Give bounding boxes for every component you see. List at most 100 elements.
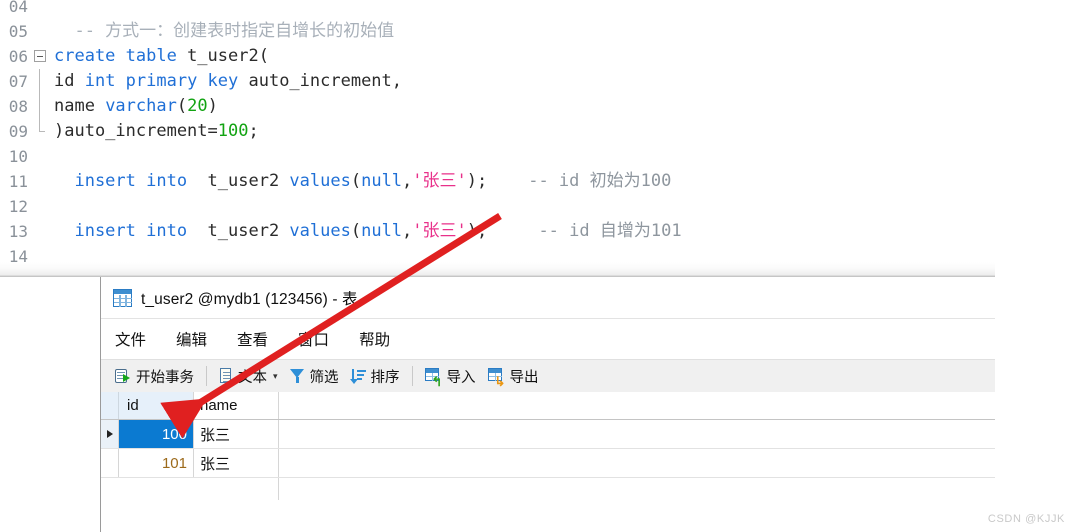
menu-help[interactable]: 帮助 [359,328,390,350]
menu-window[interactable]: 窗口 [298,328,329,350]
row-filler [279,449,995,477]
code-token: auto_increment, [248,71,403,91]
code-token: ); [466,171,488,191]
code-token: null [361,171,403,191]
fold-collapse-icon[interactable] [34,50,46,62]
code-line[interactable]: 08 name varchar(20) [0,94,995,119]
text-document-icon [219,368,233,384]
cell-name[interactable]: 张三 [194,449,279,477]
code-line[interactable]: 10 [0,144,995,169]
code-line[interactable]: 07 id int primary key auto_increment, [0,69,995,94]
code-text[interactable]: insert into t_user2 values(null,'张三'); -… [50,219,682,244]
code-token: create table [54,46,188,66]
sort-label: 排序 [370,369,400,386]
code-token: id [54,71,85,91]
line-number: 11 [0,169,32,194]
begin-transaction-button[interactable]: 开始事务 [109,363,200,389]
toolbar[interactable]: 开始事务 文本 ▾ 筛选 排序 ↰ 导入 ↳ 导出 [101,359,995,392]
fold-gutter[interactable] [32,119,50,144]
code-token: t_user2 [197,221,290,241]
filter-button[interactable]: 筛选 [284,363,345,389]
line-number: 04 [0,0,32,19]
code-token: -- id 自增为101 [487,221,682,241]
import-button[interactable]: ↰ 导入 [419,363,482,389]
code-editor-content[interactable]: 04 05 -- 方式一：创建表时指定自增长的初始值 06 create table … [0,0,995,269]
row-marker-cell[interactable] [101,449,119,477]
fold-guide-line [39,94,40,119]
menu-view[interactable]: 查看 [237,328,268,350]
line-number: 08 [0,94,32,119]
data-grid-body[interactable]: 100 张三 101 张三 [101,420,995,478]
chevron-down-icon[interactable]: ▾ [273,371,278,382]
grid-left-border [100,398,101,532]
code-line[interactable]: 09 )auto_increment=100; [0,119,995,144]
code-token: )auto_increment= [54,121,218,141]
current-row-indicator-icon [106,430,113,438]
line-number: 09 [0,119,32,144]
menu-edit[interactable]: 编辑 [176,328,207,350]
code-line[interactable]: 12 [0,194,995,219]
transaction-icon [115,368,131,384]
fold-gutter[interactable] [32,169,50,194]
column-header-id[interactable]: id [119,392,194,419]
code-token: , [402,221,413,241]
editor-bottom-shade [0,262,995,277]
code-token: , [402,171,413,191]
menu-file[interactable]: 文件 [115,328,146,350]
data-grid-header: id name [101,392,995,420]
code-line[interactable]: 06 create table t_user2( [0,44,995,69]
fold-gutter[interactable] [32,144,50,169]
funnel-icon [289,368,305,384]
cell-name[interactable]: 张三 [194,420,279,448]
table-row[interactable]: 100 张三 [101,420,995,449]
code-token: t_user2 [197,171,290,191]
row-marker-cell[interactable] [101,420,119,448]
code-token: ; [248,121,259,141]
text-label: 文本 [238,369,267,386]
code-token: varchar [105,96,177,116]
sort-button[interactable]: 排序 [345,363,406,389]
code-text[interactable]: )auto_increment=100; [50,119,259,144]
header-row: id name [101,392,995,420]
fold-gutter[interactable] [32,19,50,44]
fold-gutter[interactable] [32,219,50,244]
code-text[interactable]: id int primary key auto_increment, [50,69,402,94]
fold-guide-end [39,119,45,132]
fold-gutter[interactable] [32,44,50,69]
code-line[interactable]: 05 -- 方式一：创建表时指定自增长的初始值 [0,19,995,44]
line-number: 05 [0,19,32,44]
code-text[interactable]: insert into t_user2 values(null,'张三'); -… [50,169,671,194]
code-line[interactable]: 04 [0,0,995,19]
table-row[interactable]: 101 张三 [101,449,995,478]
code-line[interactable]: 13 insert into t_user2 values(null,'张三')… [0,219,995,244]
line-number: 10 [0,144,32,169]
cell-id[interactable]: 101 [119,449,194,477]
cell-id[interactable]: 100 [119,420,194,448]
code-line[interactable]: 11 insert into t_user2 values(null,'张三')… [0,169,995,194]
code-text[interactable]: create table t_user2( [50,44,269,69]
filter-label: 筛选 [309,369,339,386]
line-number: 13 [0,219,32,244]
code-token: ) [207,96,218,116]
fold-gutter[interactable] [32,69,50,94]
code-token: t_user2( [187,46,269,66]
export-button[interactable]: ↳ 导出 [482,363,545,389]
code-text[interactable]: -- 方式一：创建表时指定自增长的初始值 [50,19,394,44]
text-button[interactable]: 文本 ▾ [213,363,284,389]
code-token: 20 [187,96,208,116]
code-text[interactable]: name varchar(20) [50,94,218,119]
code-token: -- 方式一：创建表时指定自增长的初始值 [54,21,395,41]
fold-gutter[interactable] [32,94,50,119]
row-filler [279,420,995,448]
fold-gutter[interactable] [32,194,50,219]
code-editor[interactable]: 04 05 -- 方式一：创建表时指定自增长的初始值 06 create table … [0,0,995,277]
code-token: ( [350,221,362,241]
column-header-name[interactable]: name [194,392,279,419]
data-grid[interactable]: id name 100 张三 101 张三 [101,392,995,500]
window-title: t_user2 @mydb1 (123456) - 表 [141,290,358,308]
fold-gutter[interactable] [32,0,50,19]
sort-icon [349,368,366,384]
menubar[interactable]: 文件 编辑 查看 窗口 帮助 [101,319,995,359]
watermark: CSDN @KJJK [987,513,1065,525]
code-token: '张三' [412,221,467,241]
